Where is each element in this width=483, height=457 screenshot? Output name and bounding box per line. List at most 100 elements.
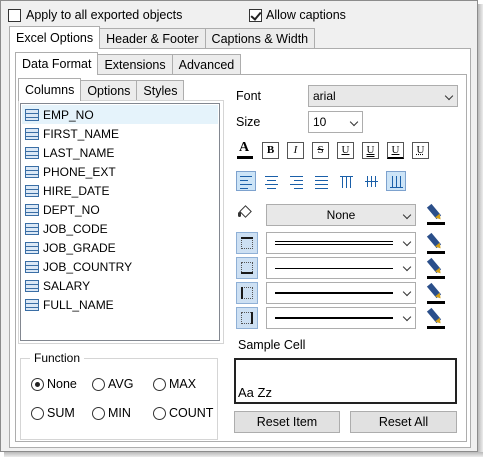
icon-line: [315, 180, 328, 181]
radio-avg[interactable]: [92, 378, 105, 391]
tab-extensions[interactable]: Extensions: [97, 54, 173, 75]
pen-bar: [427, 326, 445, 329]
align-right-button[interactable]: [286, 171, 306, 191]
pen-tip: [435, 292, 443, 301]
tab-captions-width[interactable]: Captions & Width: [204, 28, 316, 49]
border-top-style-combo[interactable]: [266, 232, 416, 254]
align-center-button[interactable]: [261, 171, 281, 191]
pen-tip: [435, 317, 443, 326]
list-item[interactable]: PHONE_EXT: [22, 162, 218, 181]
edge: [241, 237, 253, 239]
allow-captions-label: Allow captions: [266, 8, 346, 22]
list-item[interactable]: JOB_GRADE: [22, 238, 218, 257]
size-combo[interactable]: 10: [308, 111, 363, 133]
line-sample: [275, 317, 393, 319]
border-bottom-pen-icon[interactable]: [425, 257, 447, 279]
field-icon: [25, 222, 39, 235]
valign-top-button[interactable]: [336, 171, 356, 191]
main-tab-strip: Excel Options Header & Footer Captions &…: [9, 26, 316, 49]
field-icon: [25, 260, 39, 273]
tab-styles[interactable]: Styles: [136, 80, 185, 101]
radio-min-label: MIN: [108, 406, 131, 420]
list-item[interactable]: EMP_NO: [22, 105, 218, 124]
line-sample: [275, 292, 393, 294]
window-shadow-bottom: [4, 452, 483, 457]
reset-item-button[interactable]: Reset Item: [234, 411, 340, 433]
valign-bottom-button[interactable]: [386, 171, 406, 191]
font-label: Font: [236, 89, 262, 103]
font-color-swatch: [237, 156, 253, 159]
sample-cell-text: Aa Zz: [238, 385, 272, 400]
border-top-pen-icon[interactable]: [425, 232, 447, 254]
tab-header-footer[interactable]: Header & Footer: [99, 28, 206, 49]
window-shadow-right: [478, 4, 483, 457]
font-color-icon: A: [239, 140, 250, 155]
list-item[interactable]: LAST_NAME: [22, 143, 218, 162]
strikeout-button[interactable]: S: [312, 142, 329, 159]
columns-listbox[interactable]: EMP_NO FIRST_NAME LAST_NAME PHONE_EXT HI…: [20, 103, 220, 341]
radio-none-label: None: [47, 377, 77, 391]
apply-all-checkbox[interactable]: [8, 9, 21, 22]
double-underline-button[interactable]: U: [362, 142, 379, 159]
radio-count[interactable]: [153, 407, 166, 420]
icon-line: [392, 176, 393, 187]
tab-options[interactable]: Options: [80, 80, 138, 101]
tab-advanced[interactable]: Advanced: [171, 54, 242, 75]
tab-columns[interactable]: Columns: [18, 78, 82, 101]
underline-button[interactable]: U: [337, 142, 354, 159]
border-left-pen-icon[interactable]: [425, 282, 447, 304]
align-left-icon: [240, 176, 252, 177]
border-bottom-style-combo[interactable]: [266, 257, 416, 279]
tab-excel-options[interactable]: Excel Options: [9, 26, 101, 49]
radio-sum[interactable]: [31, 407, 44, 420]
fill-color-combo[interactable]: None: [266, 204, 416, 226]
sample-cell-preview: Aa Zz: [234, 358, 457, 404]
function-groupbox: [20, 358, 218, 440]
list-item[interactable]: JOB_CODE: [22, 219, 218, 238]
sample-cell-label: Sample Cell: [238, 338, 306, 352]
fill-pen-icon[interactable]: [425, 203, 447, 225]
field-icon: [25, 165, 39, 178]
list-item[interactable]: HIRE_DATE: [22, 181, 218, 200]
list-item[interactable]: FIRST_NAME: [22, 124, 218, 143]
reset-all-button[interactable]: Reset All: [350, 411, 457, 433]
valign-center-button[interactable]: [361, 171, 381, 191]
tab-data-format[interactable]: Data Format: [15, 52, 99, 75]
apply-all-label: Apply to all exported objects: [26, 8, 183, 22]
chevron-down-icon: [402, 237, 412, 247]
radio-min[interactable]: [92, 407, 105, 420]
border-left-icon[interactable]: [236, 282, 258, 304]
allow-captions-checkbox[interactable]: [249, 9, 262, 22]
icon-line: [315, 188, 328, 189]
dotted-underline-button[interactable]: U: [412, 142, 429, 159]
chevron-down-icon: [402, 287, 412, 297]
border-top-icon[interactable]: [236, 232, 258, 254]
icon-line: [267, 180, 276, 181]
icon-line: [367, 176, 368, 187]
border-right-style-combo[interactable]: [266, 307, 416, 329]
border-left-style-combo[interactable]: [266, 282, 416, 304]
line-sample: [275, 241, 393, 242]
radio-none[interactable]: [31, 378, 44, 391]
list-item[interactable]: DEPT_NO: [22, 200, 218, 219]
border-right-icon[interactable]: [236, 307, 258, 329]
edge: [241, 287, 243, 299]
bucket-shape: [239, 205, 252, 218]
align-left-button[interactable]: [236, 171, 256, 191]
list-item[interactable]: SALARY: [22, 276, 218, 295]
border-right-pen-icon[interactable]: [425, 307, 447, 329]
fill-value: None: [326, 208, 356, 222]
font-color-button[interactable]: A: [236, 140, 254, 160]
italic-button[interactable]: I: [287, 142, 304, 159]
accounting-underline-button[interactable]: U: [387, 142, 404, 159]
font-combo[interactable]: arial: [308, 85, 458, 107]
list-item[interactable]: FULL_NAME: [22, 295, 218, 314]
align-center-icon: [265, 176, 278, 177]
align-justify-button[interactable]: [311, 171, 331, 191]
list-item[interactable]: JOB_COUNTRY: [22, 257, 218, 276]
align-justify-icon: [315, 176, 328, 177]
radio-max[interactable]: [153, 378, 166, 391]
icon-line: [342, 177, 343, 188]
border-bottom-icon[interactable]: [236, 257, 258, 279]
bold-button[interactable]: B: [262, 142, 279, 159]
